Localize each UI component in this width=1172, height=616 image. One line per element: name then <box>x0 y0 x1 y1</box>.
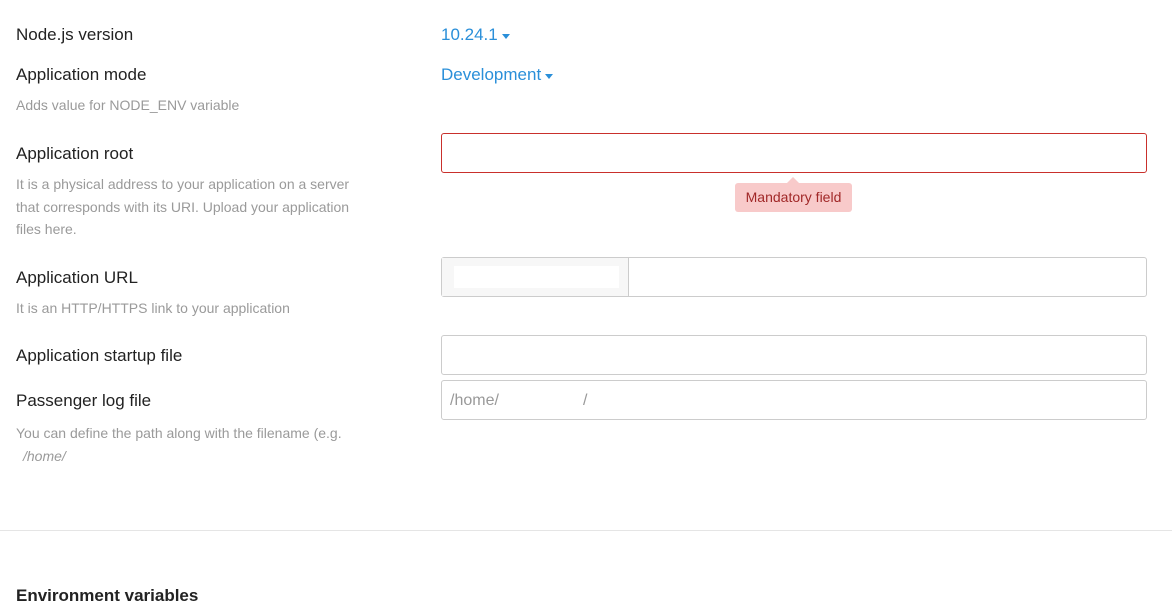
nodejs-version-label: Node.js version <box>16 25 134 44</box>
application-mode-value: Development <box>441 65 542 84</box>
section-divider <box>0 530 1172 531</box>
domain-select[interactable] <box>442 258 629 296</box>
application-root-hint-line-1: It is a physical address to your applica… <box>16 176 350 192</box>
startup-file-input[interactable] <box>441 335 1147 375</box>
nodejs-version-value: 10.24.1 <box>441 25 498 44</box>
application-url-label: Application URL <box>16 268 138 287</box>
application-url-input[interactable] <box>629 258 1146 296</box>
passenger-log-placeholder-prefix: /home/ <box>450 392 499 409</box>
caret-down-icon <box>545 73 554 79</box>
application-mode-label: Application mode <box>16 65 147 84</box>
passenger-log-placeholder-suffix: / <box>583 392 588 409</box>
application-form: Node.js version 10.24.1 Application mode… <box>0 0 1172 616</box>
nodejs-version-dropdown[interactable]: 10.24.1 <box>441 25 510 45</box>
application-root-hint-line-3: files here. <box>16 221 77 237</box>
application-root-hint-line-2: that corresponds with its URI. Upload yo… <box>16 199 350 215</box>
passenger-log-hint-line-2: /home/ <box>23 448 66 464</box>
passenger-log-hint-line-1: You can define the path along with the f… <box>16 425 342 441</box>
domain-redacted <box>454 266 619 288</box>
application-mode-dropdown[interactable]: Development <box>441 65 554 85</box>
application-mode-hint: Adds value for NODE_ENV variable <box>16 97 240 113</box>
passenger-log-input[interactable]: /home/ / <box>441 380 1147 420</box>
mandatory-field-tooltip: Mandatory field <box>735 177 852 212</box>
application-root-input[interactable] <box>441 133 1147 173</box>
application-url-input-group <box>441 257 1147 297</box>
application-root-label: Application root <box>16 144 134 163</box>
passenger-log-label: Passenger log file <box>16 391 152 410</box>
caret-down-icon <box>501 33 510 39</box>
application-url-hint: It is an HTTP/HTTPS link to your applica… <box>16 300 290 316</box>
startup-file-label: Application startup file <box>16 346 183 365</box>
environment-variables-heading: Environment variables <box>16 586 199 605</box>
